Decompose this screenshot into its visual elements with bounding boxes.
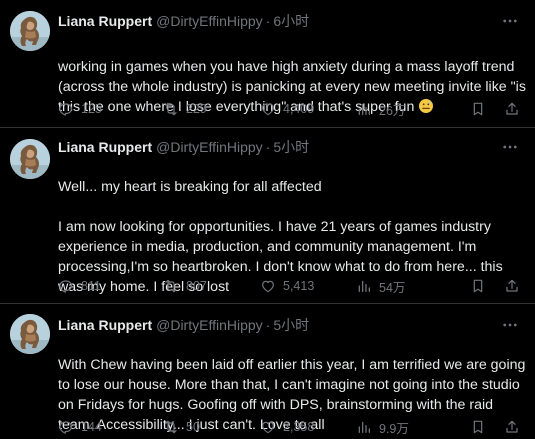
reply-button[interactable]: 125 (58, 100, 102, 118)
heart-icon (260, 101, 276, 117)
share-button[interactable] (504, 100, 520, 118)
tweet[interactable]: Liana Ruppert @DirtyEffinHippy · 6小时 wor… (0, 0, 535, 128)
like-count: 2,358 (283, 420, 315, 434)
bookmark-button[interactable] (470, 277, 486, 295)
retweet-count: 807 (186, 279, 207, 293)
avatar[interactable] (10, 139, 50, 179)
action-bar: 125 229 4,409 26万 (58, 100, 524, 118)
bookmark-icon (470, 101, 486, 117)
views-button[interactable]: 26万 (356, 100, 405, 118)
action-bar: 811 807 5,413 54万 (58, 277, 524, 295)
tweet-time[interactable]: 5小时 (273, 137, 309, 157)
tweet-time[interactable]: 6小时 (273, 11, 309, 31)
share-icon (504, 278, 520, 294)
retweet-button[interactable]: 807 (163, 277, 207, 295)
author-handle[interactable]: @DirtyEffinHippy (156, 317, 263, 333)
retweet-icon (163, 419, 179, 435)
tweet[interactable]: Liana Ruppert @DirtyEffinHippy · 5小时 Wel… (0, 128, 535, 304)
author-name[interactable]: Liana Ruppert (58, 139, 152, 155)
views-icon (356, 278, 372, 294)
author-handle[interactable]: @DirtyEffinHippy (156, 13, 263, 29)
author-handle[interactable]: @DirtyEffinHippy (156, 139, 263, 155)
retweet-button[interactable]: 229 (163, 100, 207, 118)
avatar[interactable] (10, 314, 50, 354)
heart-icon (260, 278, 276, 294)
retweet-count: 50 (186, 420, 200, 434)
reply-count: 125 (81, 102, 102, 116)
separator-dot: · (265, 13, 271, 29)
heart-icon (260, 419, 276, 435)
author-name[interactable]: Liana Ruppert (58, 13, 152, 29)
view-count: 9.9万 (379, 421, 409, 436)
action-bar: 144 50 2,358 9.9万 (58, 418, 524, 436)
view-count: 54万 (379, 280, 406, 295)
separator-dot: · (265, 139, 271, 155)
views-button[interactable]: 9.9万 (356, 418, 409, 436)
share-button[interactable] (504, 277, 520, 295)
retweet-count: 229 (186, 102, 207, 116)
more-icon[interactable] (501, 12, 519, 30)
retweet-icon (163, 101, 179, 117)
share-icon (504, 101, 520, 117)
tweet-header: Liana Ruppert @DirtyEffinHippy · 6小时 (58, 12, 309, 30)
like-button[interactable]: 5,413 (260, 277, 314, 295)
bookmark-button[interactable] (470, 418, 486, 436)
more-icon[interactable] (501, 138, 519, 156)
reply-button[interactable]: 811 (58, 277, 101, 295)
bookmark-button[interactable] (470, 100, 486, 118)
reply-icon (58, 278, 74, 294)
tweet[interactable]: Liana Ruppert @DirtyEffinHippy · 5小时 Wit… (0, 304, 535, 439)
retweet-button[interactable]: 50 (163, 418, 200, 436)
author-name[interactable]: Liana Ruppert (58, 317, 152, 333)
tweet-time[interactable]: 5小时 (273, 315, 309, 335)
like-button[interactable]: 2,358 (260, 418, 314, 436)
share-icon (504, 419, 520, 435)
avatar[interactable] (10, 11, 50, 51)
more-icon[interactable] (501, 316, 519, 334)
bookmark-icon (470, 419, 486, 435)
reply-icon (58, 101, 74, 117)
reply-button[interactable]: 144 (58, 418, 102, 436)
retweet-icon (163, 278, 179, 294)
tweet-text: Well... my heart is breaking for all aff… (58, 157, 528, 297)
reply-count: 811 (81, 279, 101, 293)
tweet-header: Liana Ruppert @DirtyEffinHippy · 5小时 (58, 316, 309, 334)
separator-dot: · (265, 317, 271, 333)
bookmark-icon (470, 278, 486, 294)
like-count: 4,409 (283, 102, 315, 116)
like-button[interactable]: 4,409 (260, 100, 314, 118)
tweet-header: Liana Ruppert @DirtyEffinHippy · 5小时 (58, 138, 309, 156)
reply-count: 144 (81, 420, 102, 434)
views-icon (356, 101, 372, 117)
views-icon (356, 419, 372, 435)
views-button[interactable]: 54万 (356, 277, 405, 295)
tweet-feed: Liana Ruppert @DirtyEffinHippy · 6小时 wor… (0, 0, 535, 439)
share-button[interactable] (504, 418, 520, 436)
view-count: 26万 (379, 103, 406, 118)
like-count: 5,413 (283, 279, 315, 293)
reply-icon (58, 419, 74, 435)
